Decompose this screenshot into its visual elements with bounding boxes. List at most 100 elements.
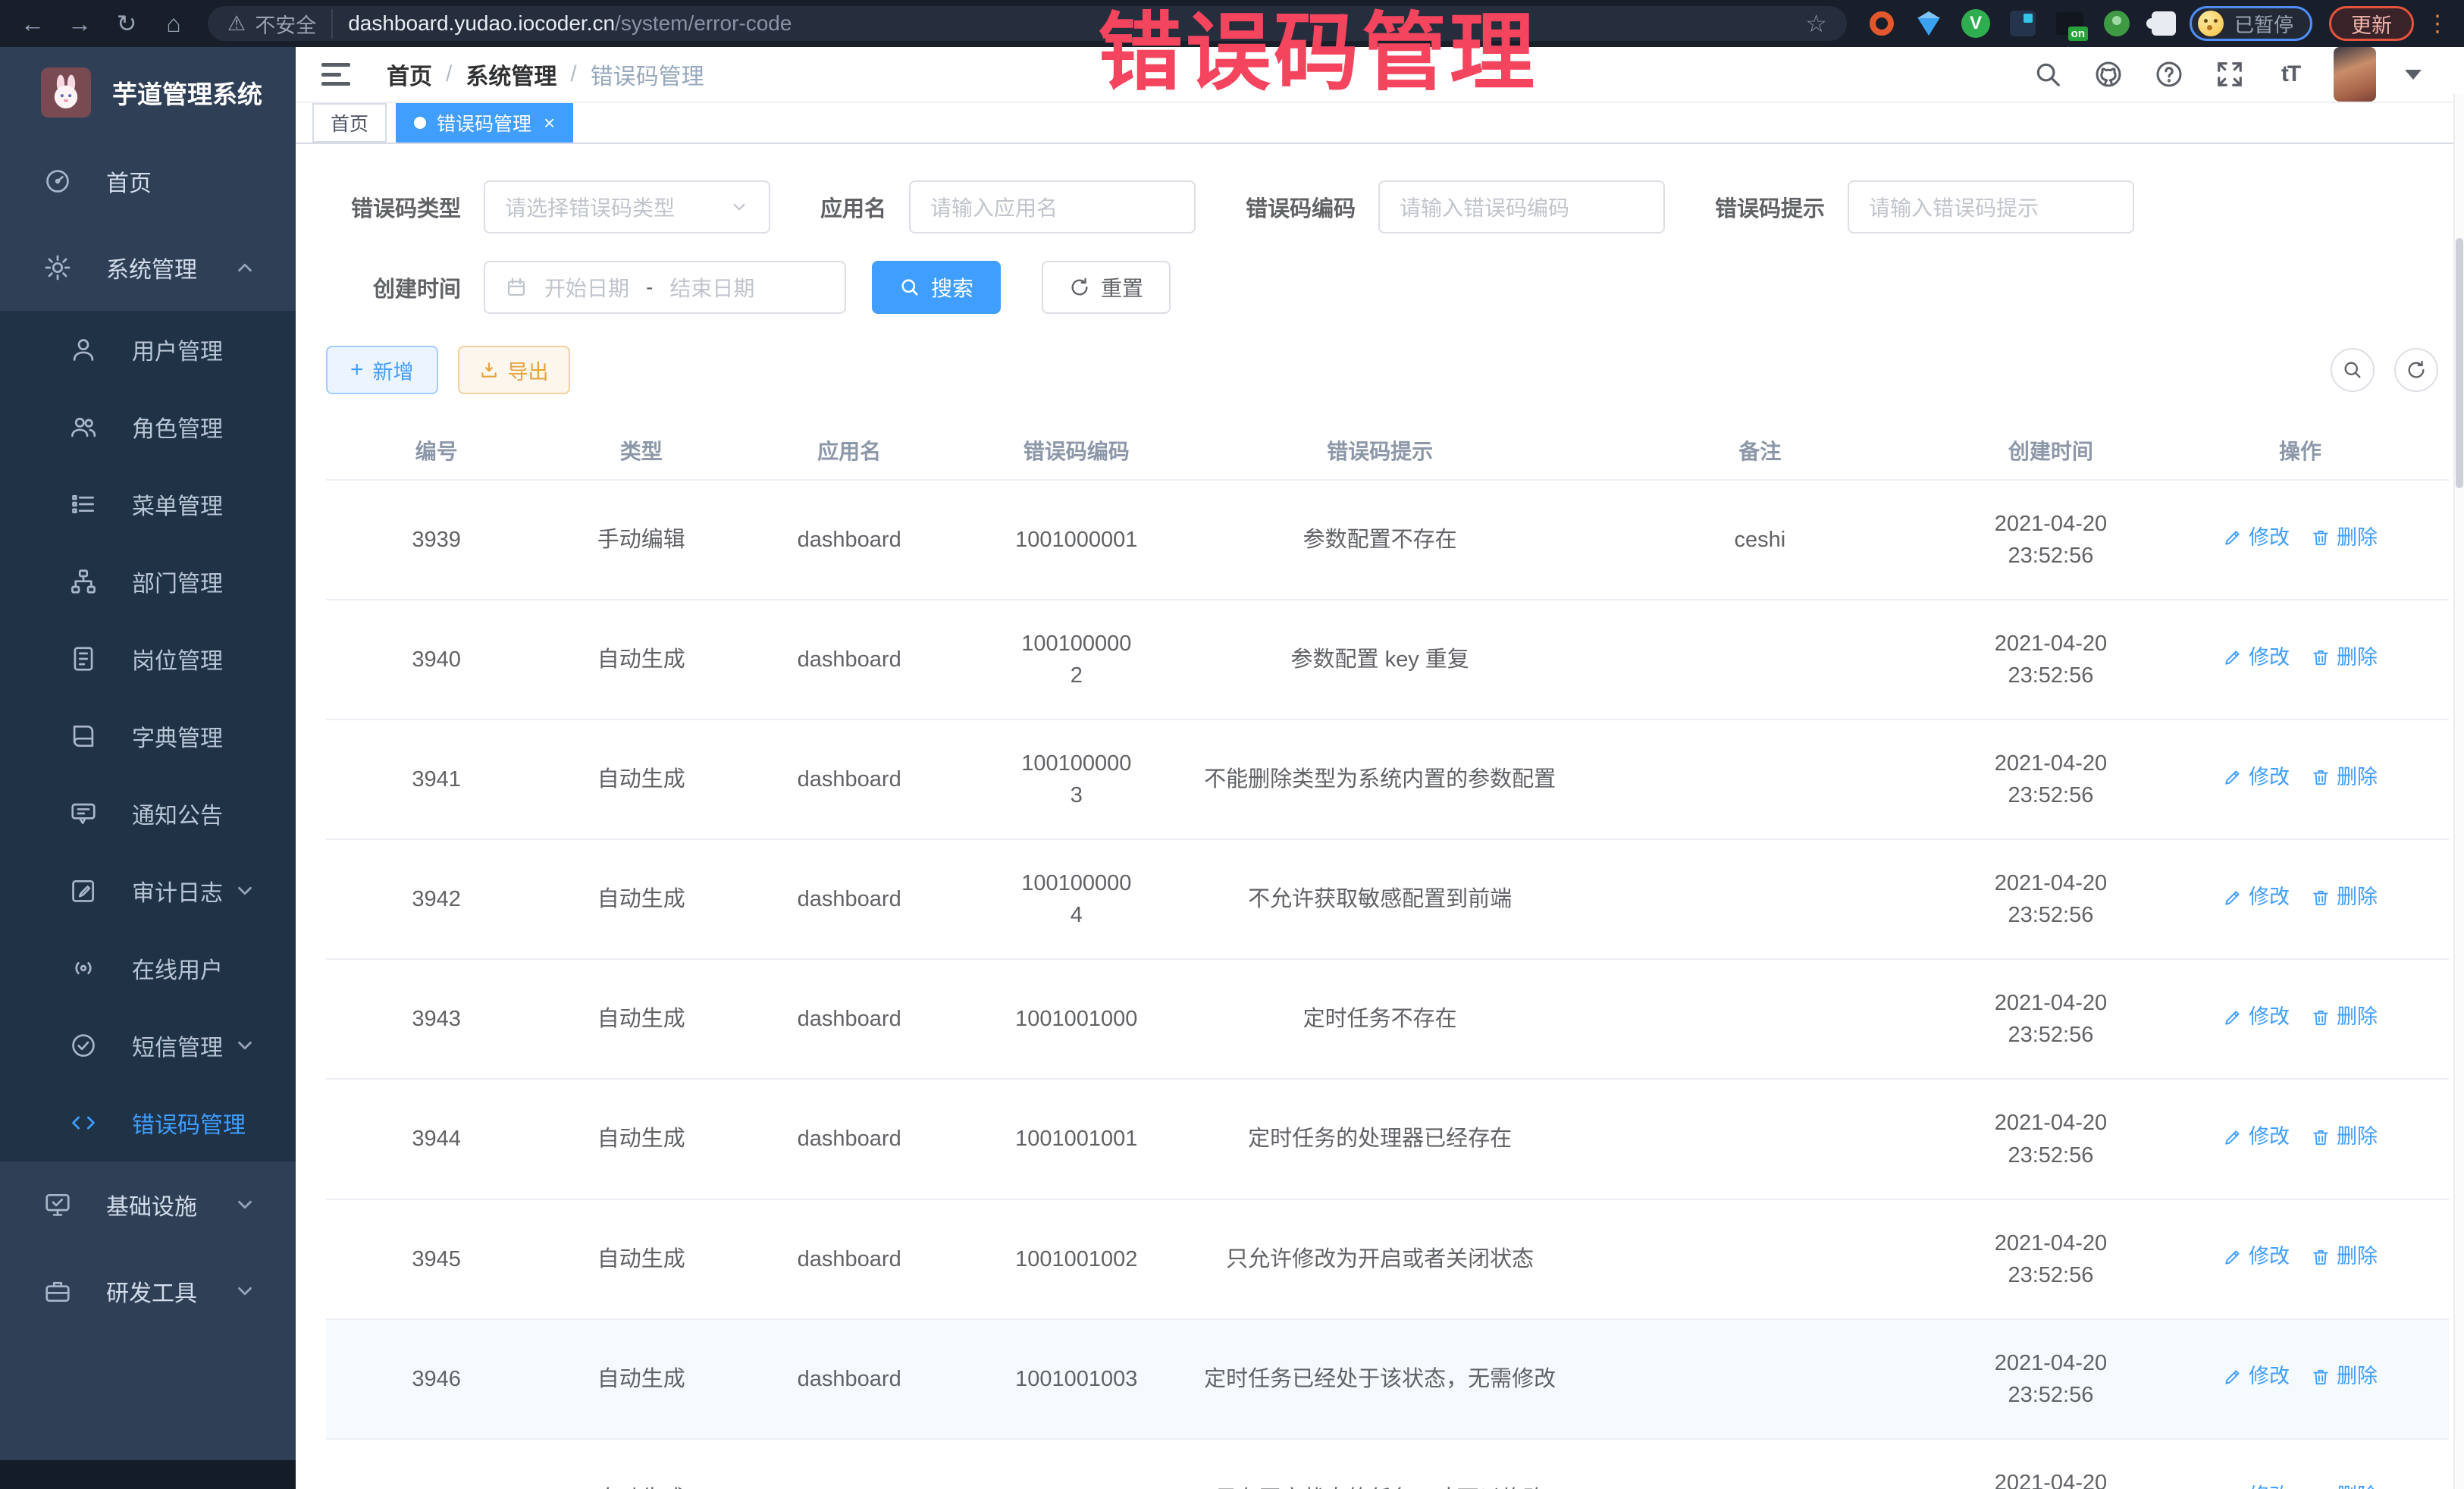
search-icon[interactable] xyxy=(2030,57,2065,92)
sidebar-item-online-users[interactable]: 在线用户 xyxy=(0,929,296,1007)
extension-ubuntu-icon[interactable] xyxy=(1867,8,1897,39)
refresh-icon[interactable] xyxy=(2394,348,2438,392)
error-code-type-select[interactable]: 请选择错误码类型 xyxy=(484,180,770,234)
edit-link[interactable]: 修改 xyxy=(2223,523,2290,553)
browser-forward-icon[interactable]: → xyxy=(58,6,102,41)
address-bar[interactable]: ⚠ 不安全 dashboard.yudao.iocoder.cn /system… xyxy=(208,6,1847,41)
logo-row[interactable]: 芋道管理系统 xyxy=(0,47,296,138)
extension-green-icon[interactable]: V xyxy=(1961,8,1991,39)
export-button[interactable]: 导出 xyxy=(458,346,570,394)
extension-squares-icon[interactable] xyxy=(2008,8,2038,39)
calendar-icon xyxy=(505,276,528,299)
error-code-input[interactable]: 请输入错误码编码 xyxy=(1378,180,1665,234)
edit-link[interactable]: 修改 xyxy=(2223,1122,2290,1152)
chevron-down-icon xyxy=(729,197,749,217)
browser-back-icon[interactable]: ← xyxy=(11,6,55,41)
row-app: dashboard xyxy=(735,839,963,959)
sidebar-item-infrastructure[interactable]: 基础设施 xyxy=(0,1161,296,1248)
edit-link[interactable]: 修改 xyxy=(2223,882,2290,912)
extension-puzzle-icon[interactable] xyxy=(2149,8,2179,39)
date-range-input[interactable]: 开始日期 - 结束日期 xyxy=(484,261,846,314)
row-no: 3941 xyxy=(326,719,547,839)
breadcrumb-separator: / xyxy=(446,61,452,87)
edit-link[interactable]: 修改 xyxy=(2223,1362,2290,1391)
github-icon[interactable] xyxy=(2091,57,2126,92)
delete-link[interactable]: 删除 xyxy=(2311,1481,2378,1489)
browser-home-icon[interactable]: ⌂ xyxy=(152,6,196,41)
user-avatar[interactable] xyxy=(2334,47,2376,102)
delete-link[interactable]: 删除 xyxy=(2311,643,2378,672)
tab-label: 错误码管理 xyxy=(437,109,531,136)
sidebar-item-dict-management[interactable]: 字典管理 xyxy=(0,697,296,775)
show-search-toggle-icon[interactable] xyxy=(2331,348,2375,392)
tab-错误码管理[interactable]: 错误码管理 × xyxy=(396,103,573,143)
scrollbar-thumb[interactable] xyxy=(2456,238,2463,488)
sidebar-item-dev-tools[interactable]: 研发工具 xyxy=(0,1248,296,1334)
sidebar-item-sms-management[interactable]: 短信管理 xyxy=(0,1007,296,1084)
edit-link[interactable]: 修改 xyxy=(2223,1242,2290,1271)
bookmark-star-icon[interactable]: ☆ xyxy=(1805,9,1827,38)
sidebar-item-menu-management[interactable]: 菜单管理 xyxy=(0,466,296,543)
error-hint-input[interactable]: 请输入错误码提示 xyxy=(1848,180,2134,234)
row-msg: 定时任务已经处于该状态，无需修改 xyxy=(1190,1319,1570,1439)
sidebar-collapse-bar[interactable] xyxy=(0,1460,296,1489)
error-code-type-label: 错误码类型 xyxy=(326,191,461,223)
url-path: /system/error-code xyxy=(615,11,792,36)
breadcrumb-item[interactable]: 系统管理 xyxy=(466,58,556,91)
delete-link[interactable]: 删除 xyxy=(2311,882,2378,912)
row-code: 1001000002 xyxy=(963,600,1190,719)
browser-update-button[interactable]: 更新 xyxy=(2329,6,2414,41)
sidebar-item-post-management[interactable]: 岗位管理 xyxy=(0,620,296,697)
edit-link[interactable]: 修改 xyxy=(2223,763,2290,792)
browser-menu-kebab-icon[interactable]: ⋮ xyxy=(2426,11,2449,37)
row-app: dashboard xyxy=(735,719,963,839)
delete-link[interactable]: 删除 xyxy=(2311,1362,2378,1391)
sidebar-item-user-management[interactable]: 用户管理 xyxy=(0,311,296,388)
app-name-input[interactable]: 请输入应用名 xyxy=(909,180,1196,234)
reset-button[interactable]: 重置 xyxy=(1042,261,1171,314)
tab-首页[interactable]: 首页 xyxy=(312,103,387,143)
extension-gem-icon[interactable] xyxy=(1914,8,1944,39)
row-no: 3939 xyxy=(326,480,547,600)
sidebar-item-notice-announcement[interactable]: 通知公告 xyxy=(0,775,296,852)
extension-on-badge-icon[interactable]: on xyxy=(2055,8,2085,39)
delete-link[interactable]: 删除 xyxy=(2311,1122,2378,1152)
sidebar-item-label: 短信管理 xyxy=(132,1029,223,1062)
delete-link[interactable]: 删除 xyxy=(2311,1002,2378,1032)
fullscreen-icon[interactable] xyxy=(2212,57,2247,92)
search-button[interactable]: 搜索 xyxy=(872,261,1001,314)
end-date-placeholder: 结束日期 xyxy=(669,272,754,303)
security-chip[interactable]: ⚠ 不安全 xyxy=(227,9,333,39)
sidebar-item-home[interactable]: 首页 xyxy=(0,138,296,224)
sidebar-item-role-management[interactable]: 角色管理 xyxy=(0,388,296,466)
sidebar-item-system-management[interactable]: 系统管理 xyxy=(0,224,296,311)
sidebar-item-label: 首页 xyxy=(106,165,152,198)
window-scrollbar[interactable] xyxy=(2453,94,2464,1489)
delete-link[interactable]: 删除 xyxy=(2311,763,2378,792)
edit-link[interactable]: 修改 xyxy=(2223,643,2290,672)
row-code-value: 1001000003 xyxy=(1019,748,1134,811)
add-button[interactable]: + 新增 xyxy=(326,346,438,394)
sidebar-item-error-code-management[interactable]: 错误码管理 xyxy=(0,1084,296,1161)
row-code-value: 1001000004 xyxy=(1019,867,1134,931)
row-type: 手动编辑 xyxy=(547,480,735,600)
delete-link[interactable]: 删除 xyxy=(2311,523,2378,553)
delete-link[interactable]: 删除 xyxy=(2311,1242,2378,1271)
row-time: 2021-04-20 23:52:56 xyxy=(1950,480,2152,600)
breadcrumb-item[interactable]: 首页 xyxy=(387,58,432,91)
help-icon[interactable] xyxy=(2152,57,2187,92)
close-icon[interactable]: × xyxy=(544,111,555,135)
sidebar-item-audit-log[interactable]: 审计日志 xyxy=(0,852,296,929)
create-time-label: 创建时间 xyxy=(326,271,461,303)
edit-link[interactable]: 修改 xyxy=(2223,1481,2290,1489)
browser-profile-chip[interactable]: 已暂停 xyxy=(2190,6,2312,41)
row-no: 3947 xyxy=(326,1439,547,1489)
extension-key-icon[interactable] xyxy=(2102,8,2132,39)
sidebar-item-dept-management[interactable]: 部门管理 xyxy=(0,543,296,620)
edit-link[interactable]: 修改 xyxy=(2223,1002,2290,1032)
browser-reload-icon[interactable]: ↻ xyxy=(105,6,149,41)
sidebar-item-label: 用户管理 xyxy=(132,333,223,366)
font-size-icon[interactable]: tT xyxy=(2273,57,2308,92)
avatar-caret-icon[interactable] xyxy=(2405,70,2422,80)
hamburger-icon[interactable] xyxy=(321,61,353,88)
